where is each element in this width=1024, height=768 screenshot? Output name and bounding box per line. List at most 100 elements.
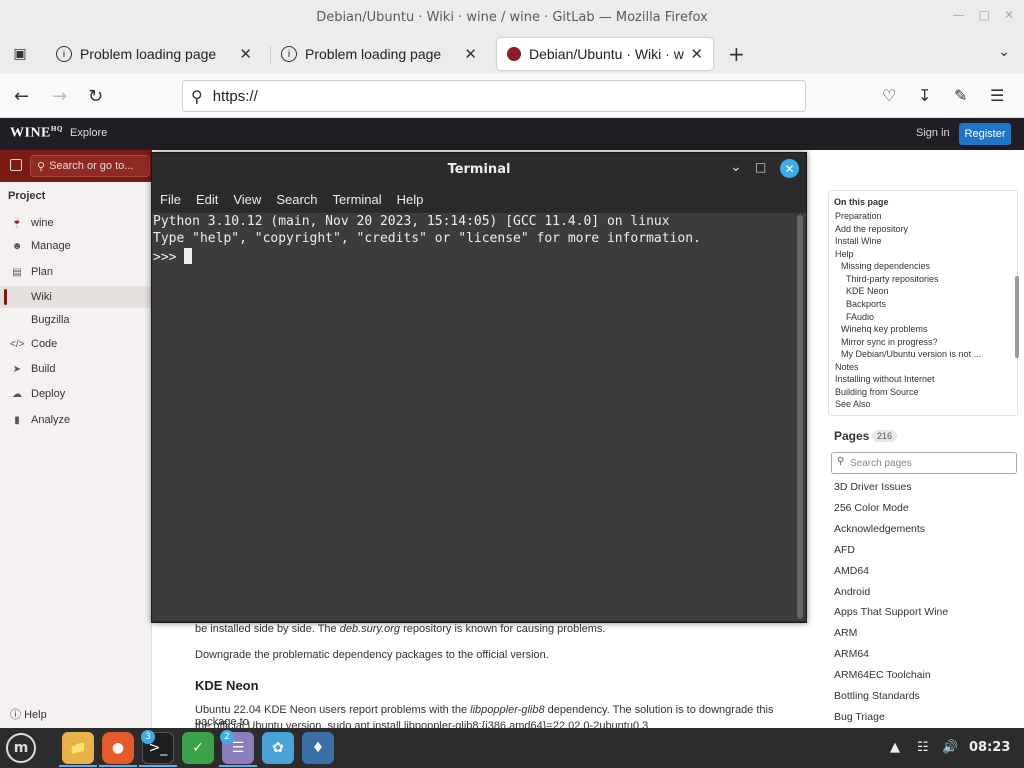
- terminal-titlebar[interactable]: Terminal: [152, 153, 806, 185]
- toc-item[interactable]: Install Wine: [835, 236, 882, 246]
- tab-list-icon[interactable]: ▣: [8, 42, 32, 66]
- minimize-icon[interactable]: ⌄: [730, 159, 742, 175]
- page-link[interactable]: Android: [834, 586, 870, 598]
- toc-scrollbar[interactable]: [1015, 276, 1019, 358]
- app-indicator: [99, 765, 137, 767]
- back-arrow-icon[interactable]: ←: [14, 86, 29, 107]
- page-link[interactable]: Acknowledgements: [834, 523, 925, 535]
- terminal-output[interactable]: Python 3.10.12 (main, Nov 20 2023, 15:14…: [152, 213, 806, 621]
- terminal-prompt-line: >>>: [153, 248, 193, 265]
- chevron-down-icon[interactable]: ⌄: [998, 44, 1010, 60]
- toc-item[interactable]: Missing dependencies: [841, 261, 930, 271]
- mint-menu-icon[interactable]: m: [6, 733, 36, 763]
- close-icon[interactable]: ✕: [1004, 8, 1014, 22]
- maximize-icon[interactable]: □: [979, 8, 990, 22]
- hamburger-menu-icon[interactable]: ☰: [990, 86, 1004, 105]
- paragraph-side-by-side: be installed side by side. The deb.sury.…: [195, 623, 605, 635]
- page-link[interactable]: ARM: [834, 627, 857, 639]
- toc-item[interactable]: FAudio: [846, 312, 874, 322]
- close-icon[interactable]: ✕: [780, 159, 799, 178]
- toc-item[interactable]: Preparation: [835, 211, 882, 221]
- toc-item[interactable]: Notes: [835, 362, 859, 372]
- pages-search-input[interactable]: ⚲ Search pages: [831, 452, 1017, 474]
- window-titlebar: Debian/Ubuntu · Wiki · wine / wine · Git…: [0, 0, 1024, 34]
- page-link[interactable]: 256 Color Mode: [834, 502, 909, 514]
- tab-problem-loading-1[interactable]: i Problem loading page ✕: [46, 38, 262, 70]
- toc-item[interactable]: Winehq key problems: [841, 324, 928, 334]
- sidebar-item-deploy[interactable]: ☁ Deploy: [0, 383, 152, 405]
- sidebar-item-build[interactable]: ➤ Build: [0, 358, 152, 380]
- new-tab-icon[interactable]: +: [728, 42, 745, 66]
- tab-problem-loading-2[interactable]: i Problem loading page ✕: [271, 38, 487, 70]
- register-button[interactable]: Register: [959, 123, 1011, 145]
- toc-item[interactable]: Building from Source: [835, 387, 919, 397]
- toc-item[interactable]: Help: [835, 249, 854, 259]
- sidebar-item-label: Bugzilla: [31, 314, 70, 326]
- toc-item[interactable]: See Also: [835, 399, 871, 409]
- explore-link[interactable]: Explore: [70, 127, 107, 139]
- network-icon[interactable]: ☷: [917, 740, 929, 755]
- shield-icon[interactable]: ✓: [182, 732, 214, 764]
- sidebar-item-code[interactable]: </> Code: [0, 333, 152, 355]
- text-emphasis: libpoppler-glib8: [470, 704, 545, 716]
- menu-view[interactable]: View: [233, 192, 261, 207]
- tab-close-icon[interactable]: ✕: [464, 45, 477, 63]
- terminal-line: Python 3.10.12 (main, Nov 20 2023, 15:14…: [153, 214, 670, 229]
- firefox-icon[interactable]: ●: [102, 732, 134, 764]
- sidebar-item-wine[interactable]: 🍷 wine: [0, 212, 152, 234]
- software-manager-icon[interactable]: ✿: [262, 732, 294, 764]
- terminal-scrollbar[interactable]: [797, 215, 803, 619]
- toc-item[interactable]: Mirror sync in progress?: [841, 337, 938, 347]
- page-link[interactable]: Apps That Support Wine: [834, 606, 948, 618]
- page-link[interactable]: Bottling Standards: [834, 690, 920, 702]
- page-link[interactable]: ARM64: [834, 648, 869, 660]
- tab-debian-ubuntu-wiki[interactable]: Debian/Ubuntu · Wiki · wine / wine · Git…: [497, 38, 713, 70]
- tab-close-icon[interactable]: ✕: [239, 45, 252, 63]
- logo-text: WINE: [10, 125, 51, 141]
- volume-icon[interactable]: 🔊: [942, 740, 958, 755]
- page-link[interactable]: AMD64: [834, 565, 869, 577]
- forward-arrow-icon[interactable]: →: [52, 86, 67, 107]
- terminal-menubar: File Edit View Search Terminal Help: [152, 185, 806, 213]
- reload-icon[interactable]: ↻: [88, 86, 103, 107]
- tab-close-icon[interactable]: ✕: [690, 45, 703, 63]
- security-shield-icon[interactable]: ▲: [890, 740, 900, 755]
- help-label: Help: [24, 709, 47, 721]
- sidebar-item-wiki[interactable]: Wiki: [0, 286, 152, 308]
- page-link[interactable]: 3D Driver Issues: [834, 481, 912, 493]
- folder-icon[interactable]: 📁: [62, 732, 94, 764]
- url-bar[interactable]: ⚲ https://: [182, 80, 806, 112]
- url-text[interactable]: https://: [213, 88, 258, 105]
- toc-item[interactable]: Add the repository: [835, 224, 908, 234]
- toc-item[interactable]: KDE Neon: [846, 286, 889, 296]
- sign-in-link[interactable]: Sign in: [916, 127, 950, 139]
- sidebar-item-plan[interactable]: ▤ Plan: [0, 261, 152, 283]
- menu-file[interactable]: File: [160, 192, 181, 207]
- clock[interactable]: 08:23: [969, 740, 1010, 755]
- search-button[interactable]: ⚲ Search or go to...: [30, 155, 150, 177]
- minimize-icon[interactable]: —: [953, 8, 965, 22]
- menu-search[interactable]: Search: [276, 192, 317, 207]
- toc-item[interactable]: Backports: [846, 299, 886, 309]
- toc-item[interactable]: Installing without Internet: [835, 374, 935, 384]
- menu-terminal[interactable]: Terminal: [333, 192, 382, 207]
- app-indicator: [59, 765, 97, 767]
- extensions-icon[interactable]: ✎: [954, 86, 967, 105]
- winehq-logo[interactable]: WINEHQ: [10, 125, 63, 142]
- menu-edit[interactable]: Edit: [196, 192, 218, 207]
- toc-item[interactable]: My Debian/Ubuntu version is not ...: [841, 349, 981, 359]
- download-icon[interactable]: ↧: [918, 86, 931, 105]
- python-icon[interactable]: ♦: [302, 732, 334, 764]
- sidebar-item-analyze[interactable]: ▮ Analyze: [0, 409, 152, 431]
- toc-item[interactable]: Third-party repositories: [846, 274, 939, 284]
- sidebar-item-bugzilla[interactable]: Bugzilla: [0, 309, 152, 331]
- page-link[interactable]: AFD: [834, 544, 855, 556]
- page-link[interactable]: ARM64EC Toolchain: [834, 669, 931, 681]
- help-link[interactable]: ⓘ Help: [10, 706, 47, 722]
- sidebar-toggle-icon[interactable]: [10, 159, 22, 171]
- sidebar-item-manage[interactable]: ☻ Manage: [0, 235, 152, 257]
- pocket-icon[interactable]: ♡: [882, 86, 896, 105]
- maximize-icon[interactable]: □: [755, 160, 766, 174]
- page-link[interactable]: Bug Triage: [834, 711, 885, 723]
- menu-help[interactable]: Help: [397, 192, 424, 207]
